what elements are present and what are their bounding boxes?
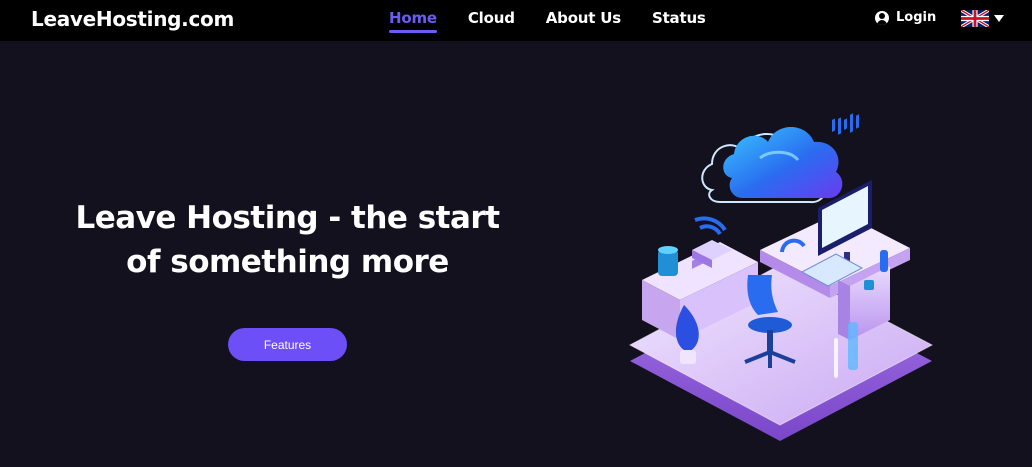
features-button[interactable]: Features <box>228 328 347 361</box>
hero-title-line-2: of something more <box>126 244 449 280</box>
language-selector[interactable] <box>961 10 1004 27</box>
hero-title-line-1: Leave Hosting - the start <box>75 200 500 236</box>
nav-home[interactable]: Home <box>389 9 437 33</box>
brand-logo[interactable]: LeaveHosting.com <box>31 7 234 31</box>
nav-about-us[interactable]: About Us <box>546 9 621 33</box>
nav-cloud[interactable]: Cloud <box>468 9 515 33</box>
hero-title: Leave Hosting - the start of something m… <box>50 196 525 284</box>
top-navigation-bar: LeaveHosting.com Home Cloud About Us Sta… <box>0 0 1032 41</box>
nav-status[interactable]: Status <box>652 9 706 33</box>
login-link[interactable]: Login <box>875 10 936 25</box>
login-label: Login <box>896 10 937 25</box>
main-nav: Home Cloud About Us Status <box>389 9 706 33</box>
chevron-down-icon <box>994 15 1004 22</box>
isometric-server-room-illustration <box>628 113 934 441</box>
user-icon <box>875 10 889 25</box>
uk-flag-icon <box>961 10 989 27</box>
